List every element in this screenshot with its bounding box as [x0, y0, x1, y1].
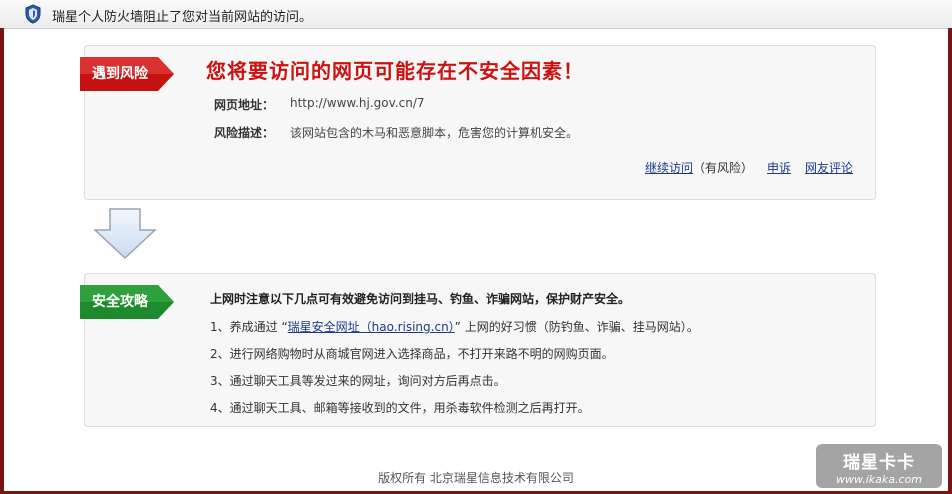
tip-item-2: 2、进行网络购物时从商城官网进入选择商品，不打开来路不明的网购页面。 — [210, 347, 614, 361]
tip-item-3: 3、通过聊天工具等发过来的网址，询问对方后再点击。 — [210, 374, 506, 388]
risk-title: 您将要访问的网页可能存在不安全因素！ — [206, 59, 584, 83]
tip-1-suffix: ” 上网的好习惯（防钓鱼、诈骗、挂马网站）。 — [454, 320, 699, 334]
frame-right — [948, 28, 952, 494]
ikaka-watermark: 瑞星卡卡 www.ikaka.com — [816, 444, 942, 488]
shield-icon — [25, 4, 41, 24]
tip-item-4: 4、通过聊天工具、邮箱等接收到的文件，用杀毒软件检测之后再打开。 — [210, 401, 590, 415]
continue-visit-link[interactable]: 继续访问 — [645, 161, 693, 175]
user-comments-link[interactable]: 网友评论 — [805, 161, 853, 175]
risk-tag: 遇到风险 — [80, 57, 174, 91]
top-bar: 瑞星个人防火墙阻止了您对当前网站的访问。 — [0, 0, 952, 29]
tips-tag: 安全攻略 — [80, 285, 174, 319]
frame-left — [0, 28, 4, 494]
tips-heading: 上网时注意以下几点可有效避免访问到挂马、钓鱼、诈骗网站，保护财产安全。 — [210, 292, 631, 306]
tip-1-prefix: 1、养成通过 “ — [210, 320, 288, 334]
rising-safe-site-link[interactable]: 瑞星安全网址（hao.rising.cn） — [288, 320, 455, 334]
risk-desc-label: 风险描述： — [214, 126, 275, 140]
risk-tag-label: 遇到风险 — [92, 66, 148, 82]
url-label: 网页地址： — [214, 98, 275, 112]
block-message: 瑞星个人防火墙阻止了您对当前网站的访问。 — [52, 10, 313, 25]
continue-risk-note: （有风险） — [693, 161, 754, 175]
url-value: http://www.hj.gov.cn/7 — [290, 96, 425, 110]
tip-item-1: 1、养成通过 “瑞星安全网址（hao.rising.cn）” 上网的好习惯（防钓… — [210, 318, 699, 335]
appeal-link[interactable]: 申诉 — [767, 161, 791, 175]
watermark-url: www.ikaka.com — [835, 473, 923, 486]
watermark-main: 瑞星卡卡 — [843, 453, 915, 473]
risk-desc-value: 该网站包含的木马和恶意脚本，危害您的计算机安全。 — [290, 126, 579, 140]
copyright-footer: 版权所有 北京瑞星信息技术有限公司 — [378, 471, 574, 485]
risk-actions: 继续访问（有风险） 申诉 网友评论 — [645, 159, 853, 176]
tips-tag-label: 安全攻略 — [92, 294, 148, 310]
down-arrow-icon — [93, 208, 157, 260]
